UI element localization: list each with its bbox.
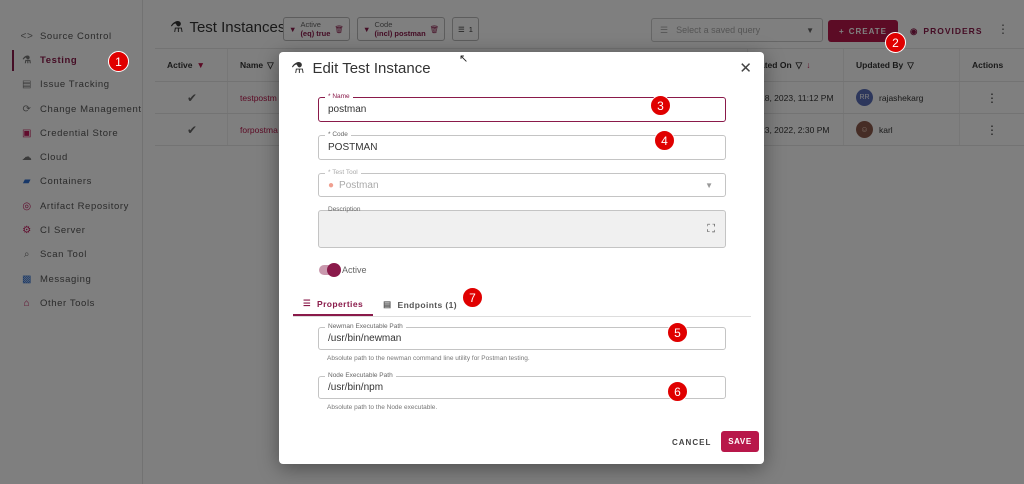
- newman-path-helper: Absolute path to the newman command line…: [327, 355, 530, 362]
- flask-icon: ⚗: [291, 60, 305, 77]
- save-button[interactable]: SAVE: [721, 431, 759, 452]
- chevron-down-icon: ▼: [705, 180, 713, 190]
- cancel-button[interactable]: CANCEL: [672, 438, 711, 447]
- test-tool-select: * Test Tool ● Postman ▼: [318, 169, 726, 197]
- server-icon: ▤: [383, 299, 392, 309]
- tab-properties[interactable]: ☰ Properties: [293, 293, 374, 316]
- active-toggle[interactable]: Active: [319, 263, 367, 277]
- fullscreen-icon[interactable]: ⛶: [707, 223, 715, 236]
- toggle-switch[interactable]: [319, 263, 341, 277]
- step-marker: 1: [108, 51, 129, 72]
- step-marker: 2: [885, 32, 906, 53]
- step-marker: 6: [667, 381, 688, 402]
- node-path-helper: Absolute path to the Node executable.: [327, 404, 438, 411]
- step-marker: 4: [654, 130, 675, 151]
- step-marker: 7: [462, 287, 483, 308]
- close-icon[interactable]: ✕: [739, 59, 752, 77]
- tab-endpoints[interactable]: ▤ Endpoints (1): [373, 293, 467, 316]
- step-marker: 3: [650, 95, 671, 116]
- mouse-cursor-icon: ↖: [459, 53, 469, 65]
- edit-test-instance-dialog: ⚗ Edit Test Instance ✕ * Name postman * …: [279, 52, 764, 464]
- description-field[interactable]: Description ⛶: [318, 206, 726, 248]
- postman-icon: ●: [328, 179, 335, 191]
- node-path-field[interactable]: Node Executable Path /usr/bin/npm: [318, 372, 726, 399]
- dialog-title: ⚗ Edit Test Instance: [291, 59, 431, 78]
- newman-path-field[interactable]: Newman Executable Path /usr/bin/newman: [318, 323, 726, 350]
- list-icon: ☰: [303, 298, 312, 308]
- step-marker: 5: [667, 322, 688, 343]
- dialog-tabs: ☰ Properties ▤ Endpoints (1): [293, 293, 751, 317]
